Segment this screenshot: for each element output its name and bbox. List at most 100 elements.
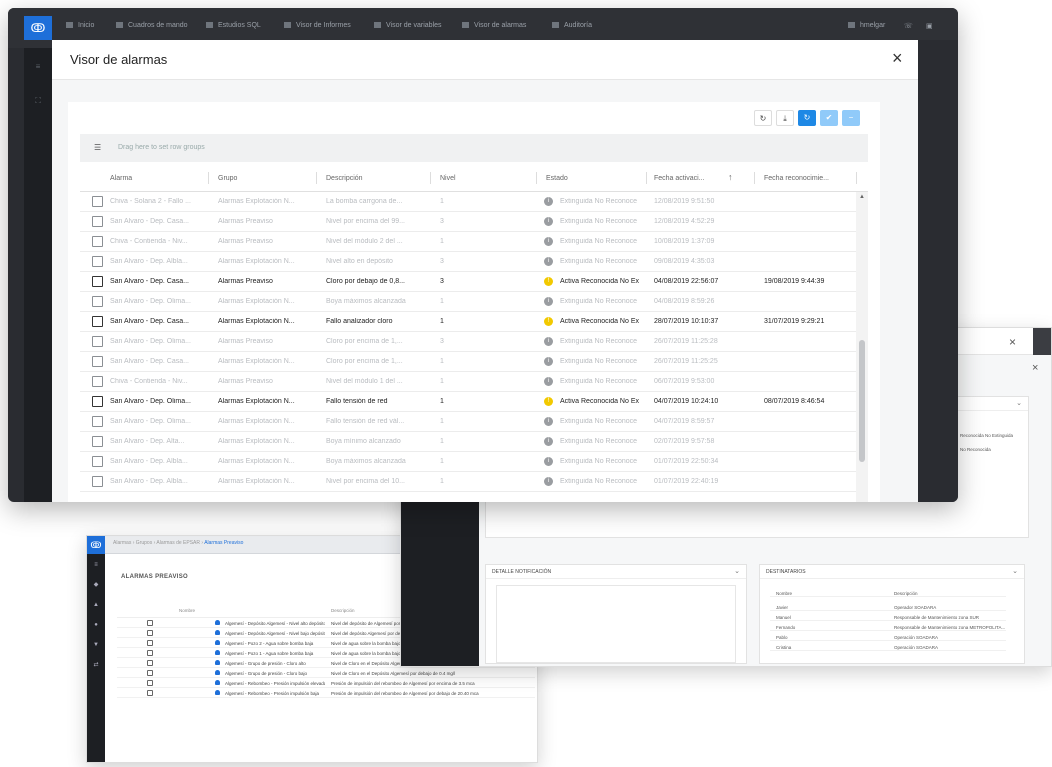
row-group-dropzone[interactable]: ☰ Drag here to set row groups [80, 134, 868, 162]
row-checkbox[interactable] [92, 256, 103, 267]
window-icon[interactable]: ▣ [926, 22, 933, 30]
column-header-nivel[interactable]: Nivel [440, 175, 456, 182]
alarm-row[interactable]: ! San Alvaro - Dep. Casa... Alarmas Explot… [80, 312, 856, 332]
breadcrumb-item[interactable]: Grupos [136, 540, 152, 546]
close-icon[interactable]: × [1032, 362, 1038, 374]
row-checkbox[interactable] [92, 316, 103, 327]
expand-icon[interactable]: ⇄ [87, 656, 105, 674]
header-description[interactable]: Descripción [894, 591, 918, 596]
alarm-row[interactable]: ! San Alvaro - Dep. Casa... Alarmas Preavi… [80, 272, 856, 292]
table-row[interactable]: Algemesí - Grupo de presión - Cloro bajo… [117, 668, 535, 678]
column-separator[interactable] [536, 172, 537, 184]
recipient-row[interactable]: Pablo Operación SOADARA [770, 633, 1006, 641]
alarm-row[interactable]: i San Alvaro - Dep. Olima... Alarmas Explo… [80, 412, 856, 432]
row-checkbox[interactable] [92, 336, 103, 347]
alarm-row[interactable]: i Chiva - Contienda - Niv... Alarmas Preav… [80, 372, 856, 392]
vertical-scrollbar[interactable]: ▲ [856, 192, 868, 502]
app-logo[interactable]: ↂ [87, 536, 105, 554]
menu-icon[interactable]: ≡ [87, 556, 105, 574]
row-checkbox[interactable] [147, 620, 153, 626]
alarm-row[interactable]: i Chiva - Solana 2 - Fallo ... Alarmas Exp… [80, 192, 856, 212]
filter-icon[interactable]: ▼ [87, 636, 105, 654]
close-icon[interactable]: × [1009, 335, 1016, 349]
row-checkbox[interactable] [147, 630, 153, 636]
row-checkbox[interactable] [147, 660, 153, 666]
recipient-row[interactable]: Fernando Responsable de Mantenimiento zon… [770, 623, 1006, 631]
recipient-row[interactable]: Manuel Responsable de Mantenimiento zona … [770, 613, 1006, 621]
alarm-row[interactable]: i San Alvaro - Dep. Albla... Alarmas Explo… [80, 452, 856, 472]
row-checkbox[interactable] [92, 216, 103, 227]
phone-icon[interactable]: ☏ [904, 22, 913, 30]
row-checkbox[interactable] [147, 670, 153, 676]
recipient-row[interactable]: Cristina Operación SOADARA [770, 643, 1006, 651]
column-separator[interactable] [316, 172, 317, 184]
nav-user[interactable]: hmelgar [848, 22, 885, 29]
nav-visor-informes[interactable]: Visor de Informes [284, 22, 351, 29]
sync-icon[interactable]: ↻ [798, 110, 816, 126]
download-icon[interactable]: ⤓ [776, 110, 794, 126]
alarm-row[interactable]: i San Alvaro - Dep. Olima... Alarmas Explo… [80, 292, 856, 312]
minus-icon[interactable]: − [842, 110, 860, 126]
column-separator[interactable] [754, 172, 755, 184]
alarm-row[interactable]: i Chiva - Contienda - Niv... Alarmas Preav… [80, 232, 856, 252]
column-header-estado[interactable]: Estado [546, 175, 568, 182]
column-separator[interactable] [856, 172, 857, 184]
scrollbar-thumb[interactable] [859, 340, 865, 462]
row-checkbox[interactable] [92, 456, 103, 467]
alarm-row[interactable]: i San Alvaro - Dep. Casa... Alarmas Preavi… [80, 212, 856, 232]
table-row[interactable]: Algemesí - Rebombeo - Presión impulsión … [117, 688, 535, 698]
location-icon[interactable]: ◆ [87, 576, 105, 594]
row-checkbox[interactable] [92, 296, 103, 307]
header-name[interactable]: Nombre [179, 608, 195, 613]
alarm-row[interactable]: i San Alvaro - Dep. Albla... Alarmas Explo… [80, 472, 856, 492]
nav-cuadros-de-mando[interactable]: Cuadros de mando [116, 22, 188, 29]
recipient-row[interactable]: Javier Operador SOADARA [770, 603, 1006, 611]
breadcrumb-item[interactable]: Alarmas de EPSAR [156, 540, 200, 546]
sort-asc-icon[interactable]: ↑ [728, 172, 733, 182]
expand-icon[interactable]: ⛶ [24, 96, 52, 116]
app-logo[interactable]: ↂ [24, 16, 52, 40]
nav-estudios-sql[interactable]: Estudios SQL [206, 22, 261, 29]
bell-icon[interactable]: ▲ [87, 596, 105, 614]
column-separator[interactable] [646, 172, 647, 184]
gear-icon[interactable]: ● [87, 616, 105, 634]
row-checkbox[interactable] [147, 640, 153, 646]
alarm-row[interactable]: i San Alvaro - Dep. Olima... Alarmas Preav… [80, 332, 856, 352]
chevron-down-icon[interactable]: ⌄ [1012, 567, 1018, 575]
scroll-up-icon[interactable]: ▲ [859, 194, 865, 200]
row-checkbox[interactable] [147, 690, 153, 696]
menu-icon[interactable]: ≡ [24, 62, 52, 82]
row-checkbox[interactable] [92, 396, 103, 407]
column-header-grupo[interactable]: Grupo [218, 175, 237, 182]
nav-visor-variables[interactable]: Visor de variables [374, 22, 442, 29]
acknowledge-icon[interactable]: ✔ [820, 110, 838, 126]
column-header-descripcion[interactable]: Descripción [326, 175, 363, 182]
row-checkbox[interactable] [92, 276, 103, 287]
alarm-row[interactable]: i San Alvaro - Dep. Casa... Alarmas Explot… [80, 352, 856, 372]
nav-auditoria[interactable]: Auditoría [552, 22, 592, 29]
header-description[interactable]: Descripción [331, 608, 355, 613]
column-separator[interactable] [430, 172, 431, 184]
row-checkbox[interactable] [92, 376, 103, 387]
row-checkbox[interactable] [92, 356, 103, 367]
column-header-fecha-reconocimiento[interactable]: Fecha reconocimie... [764, 175, 829, 182]
alarm-row[interactable]: i San Alvaro - Dep. Albla... Alarmas Explo… [80, 252, 856, 272]
row-checkbox[interactable] [92, 196, 103, 207]
column-separator[interactable] [208, 172, 209, 184]
nav-inicio[interactable]: Inicio [66, 22, 94, 29]
column-header-fecha-activacion[interactable]: Fecha activaci... [654, 175, 705, 182]
row-checkbox[interactable] [92, 416, 103, 427]
table-row[interactable]: Algemesí - Rebombeo - Presión impulsión … [117, 678, 535, 688]
breadcrumb-item[interactable]: Alarmas [113, 540, 131, 546]
alarm-row[interactable]: ! San Alvaro - Dep. Olima... Alarmas Explo… [80, 392, 856, 412]
chevron-down-icon[interactable]: ⌄ [734, 567, 740, 575]
close-icon[interactable]: × [892, 48, 903, 69]
row-checkbox[interactable] [147, 680, 153, 686]
alarm-row[interactable]: i San Alvaro - Dep. Alta... Alarmas Explot… [80, 432, 856, 452]
column-header-alarma[interactable]: Alarma [110, 175, 132, 182]
row-checkbox[interactable] [92, 236, 103, 247]
header-name[interactable]: Nombre [776, 591, 792, 596]
chevron-down-icon[interactable]: ⌄ [1016, 399, 1022, 407]
nav-visor-alarmas[interactable]: Visor de alarmas [462, 22, 526, 29]
refresh-icon[interactable]: ↻ [754, 110, 772, 126]
